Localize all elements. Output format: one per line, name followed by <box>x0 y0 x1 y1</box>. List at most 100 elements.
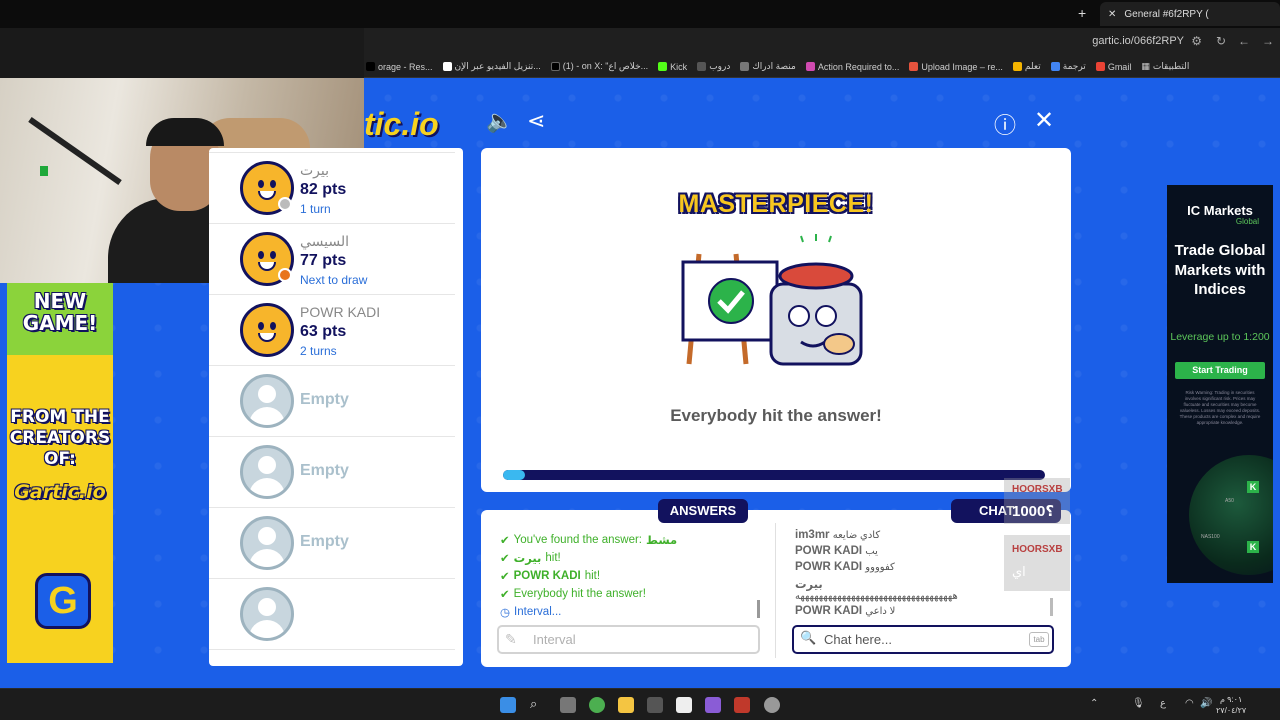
right-ad-banner[interactable]: IC Markets Global Trade Global Markets w… <box>1167 185 1273 583</box>
answers-scrollbar[interactable] <box>757 600 760 618</box>
microphone-icon[interactable]: 🎙 <box>1132 698 1145 709</box>
answer-line-found: ✔ You've found the answer: مشط <box>500 534 678 547</box>
easel-icon <box>681 253 779 365</box>
address-bar: → ← ↻ ⚙ gartic.io/066f2RPY <box>364 28 1280 56</box>
language-indicator[interactable]: ع <box>1160 698 1166 709</box>
bookmark-icon <box>1012 62 1022 71</box>
chat-input[interactable]: Chat here... <box>792 625 1054 654</box>
volume-icon[interactable]: 🔊 <box>1200 698 1212 709</box>
bookmark-item[interactable]: (1) - on X: "خلاص اع... <box>550 61 648 72</box>
player-points: 82 pts <box>300 181 347 198</box>
ad-start-trading-button[interactable]: Start Trading <box>1175 362 1265 379</box>
share-icon[interactable]: ⋖ <box>527 108 545 134</box>
bookmark-icon <box>366 62 375 71</box>
bookmark-icon <box>805 62 815 71</box>
wifi-icon[interactable]: ◠ <box>1185 698 1194 709</box>
empty-slot: Empty <box>209 508 455 579</box>
sound-icon[interactable]: 🔈 <box>486 108 513 134</box>
chrome-icon[interactable] <box>589 697 605 713</box>
bookmark-item[interactable]: تعلم <box>1012 61 1041 72</box>
close-tab-icon[interactable]: ✕ <box>1108 9 1116 20</box>
masterpiece-headline: MASTERPIECE! <box>678 190 874 218</box>
apps-grid-icon: ▦ <box>1141 61 1150 71</box>
taskbar-clock[interactable]: ٩:٠١ م ٢٧/٠٤/٢٧ <box>1216 694 1246 716</box>
browser-tab-bar: + ✕ General #6f2RPY ( <box>0 0 1280 28</box>
empty-slot <box>209 579 455 650</box>
browser-tab[interactable]: ✕ General #6f2RPY ( <box>1100 2 1280 26</box>
site-settings-icon[interactable]: ⚙ <box>1191 34 1202 48</box>
ad-k-icon: K <box>1247 541 1259 553</box>
new-tab-button[interactable]: + <box>1078 5 1086 21</box>
bookmark-item[interactable]: Action Required to... <box>805 62 899 72</box>
bookmark-item[interactable]: منصة ادراك <box>740 61 796 72</box>
answer-line-hit: ✔ POWR KADI hit! <box>500 570 601 583</box>
bookmark-icon <box>740 62 750 71</box>
file-explorer-icon[interactable] <box>618 697 634 713</box>
back-icon[interactable]: ← <box>1238 34 1250 48</box>
round-progress-bar <box>503 470 1045 480</box>
ad-market-label: A50 <box>1225 498 1234 504</box>
left-ad-banner[interactable]: NEW GAME! FROM THE CREATORS OF: Gartic.i… <box>7 283 113 663</box>
player-row[interactable]: POWR KADI 63 pts 2 turns <box>209 295 455 366</box>
player-status-badge <box>278 268 292 282</box>
task-view-icon[interactable] <box>560 697 576 713</box>
ad-leverage: Leverage up to 1:200 <box>1170 331 1270 343</box>
answer-input[interactable]: Interval <box>497 625 760 654</box>
light-image <box>40 166 48 176</box>
clock-icon: ◷ <box>500 607 511 619</box>
ad-brand-sub: Global <box>1235 217 1259 226</box>
ad-text: CREATORS <box>9 428 111 448</box>
players-panel: بيرت 82 pts 1 turn السيسي 77 pts Next to… <box>209 148 463 666</box>
translate-icon <box>1050 62 1060 71</box>
apps-shortcut[interactable]: ▦ التطبيقات <box>1141 61 1189 72</box>
app-icon[interactable] <box>647 697 663 713</box>
ad-gartic-logo: Gartic.io <box>14 481 106 503</box>
chat-message: POWR KADI يب <box>795 545 878 557</box>
forward-icon[interactable]: → <box>1262 34 1274 48</box>
paint-pot-character-icon <box>769 262 863 366</box>
reload-icon[interactable]: ↻ <box>1216 34 1226 48</box>
close-room-icon[interactable]: ✕ <box>1034 106 1054 135</box>
check-icon: ✔ <box>500 553 510 565</box>
player-name: السيسي <box>300 233 350 249</box>
stream-alert-amount: 1000؟ <box>1012 503 1055 520</box>
everybody-hit-message: Everybody hit the answer! <box>670 406 882 425</box>
store-icon[interactable] <box>676 697 692 713</box>
sparkle-icon <box>800 234 832 243</box>
player-points: 63 pts <box>300 323 347 340</box>
app-icon[interactable] <box>705 697 721 713</box>
info-icon[interactable]: ⓘ <box>994 108 1016 140</box>
tray-expand-icon[interactable]: ⌃ <box>1090 698 1098 709</box>
windows-taskbar: ⌕ ⌃ 🎙 ع ◠ 🔊 ٩:٠١ م ٢٧/٠٤/٢٧ <box>0 688 1280 720</box>
bookmark-item[interactable]: Gmail <box>1095 62 1131 72</box>
empty-avatar-icon <box>240 445 294 499</box>
start-icon[interactable] <box>500 697 516 713</box>
check-icon: ✔ <box>500 535 510 547</box>
bookmark-item[interactable]: Kick <box>658 62 687 72</box>
app-icon[interactable] <box>734 697 750 713</box>
bookmark-item[interactable]: ترجمة <box>1050 61 1086 72</box>
tab-key-hint: tab <box>1029 632 1049 647</box>
empty-avatar-icon <box>240 587 294 641</box>
url-field[interactable]: gartic.io/066f2RPY <box>1092 35 1184 47</box>
bookmark-icon <box>442 62 452 71</box>
bookmark-icon <box>909 62 919 71</box>
obs-icon[interactable] <box>764 697 780 713</box>
chat-scrollbar[interactable] <box>1050 598 1053 616</box>
ad-k-icon: K <box>1247 481 1259 493</box>
gartic-logo[interactable]: tic.io <box>364 106 439 143</box>
empty-slot-label: Empty <box>300 533 349 550</box>
chat-message: بيرت <box>795 579 823 591</box>
x-icon <box>550 62 560 71</box>
bookmark-item[interactable]: orage - Res... <box>366 62 433 72</box>
bookmark-item[interactable]: دروب <box>697 61 730 72</box>
player-row[interactable]: بيرت 82 pts 1 turn <box>209 153 455 224</box>
player-row[interactable]: السيسي 77 pts Next to draw <box>209 224 455 295</box>
chat-message: POWR KADI لا داعي <box>795 605 896 617</box>
search-icon[interactable]: ⌕ <box>530 696 546 712</box>
answers-tab[interactable]: ANSWERS <box>658 499 748 523</box>
stream-alert-message: اي <box>1012 564 1026 579</box>
bookmark-item[interactable]: تنزيل الفيديو عبر الإن... <box>442 61 541 72</box>
empty-avatar-icon <box>240 516 294 570</box>
bookmark-item[interactable]: Upload Image – re... <box>909 62 1003 72</box>
